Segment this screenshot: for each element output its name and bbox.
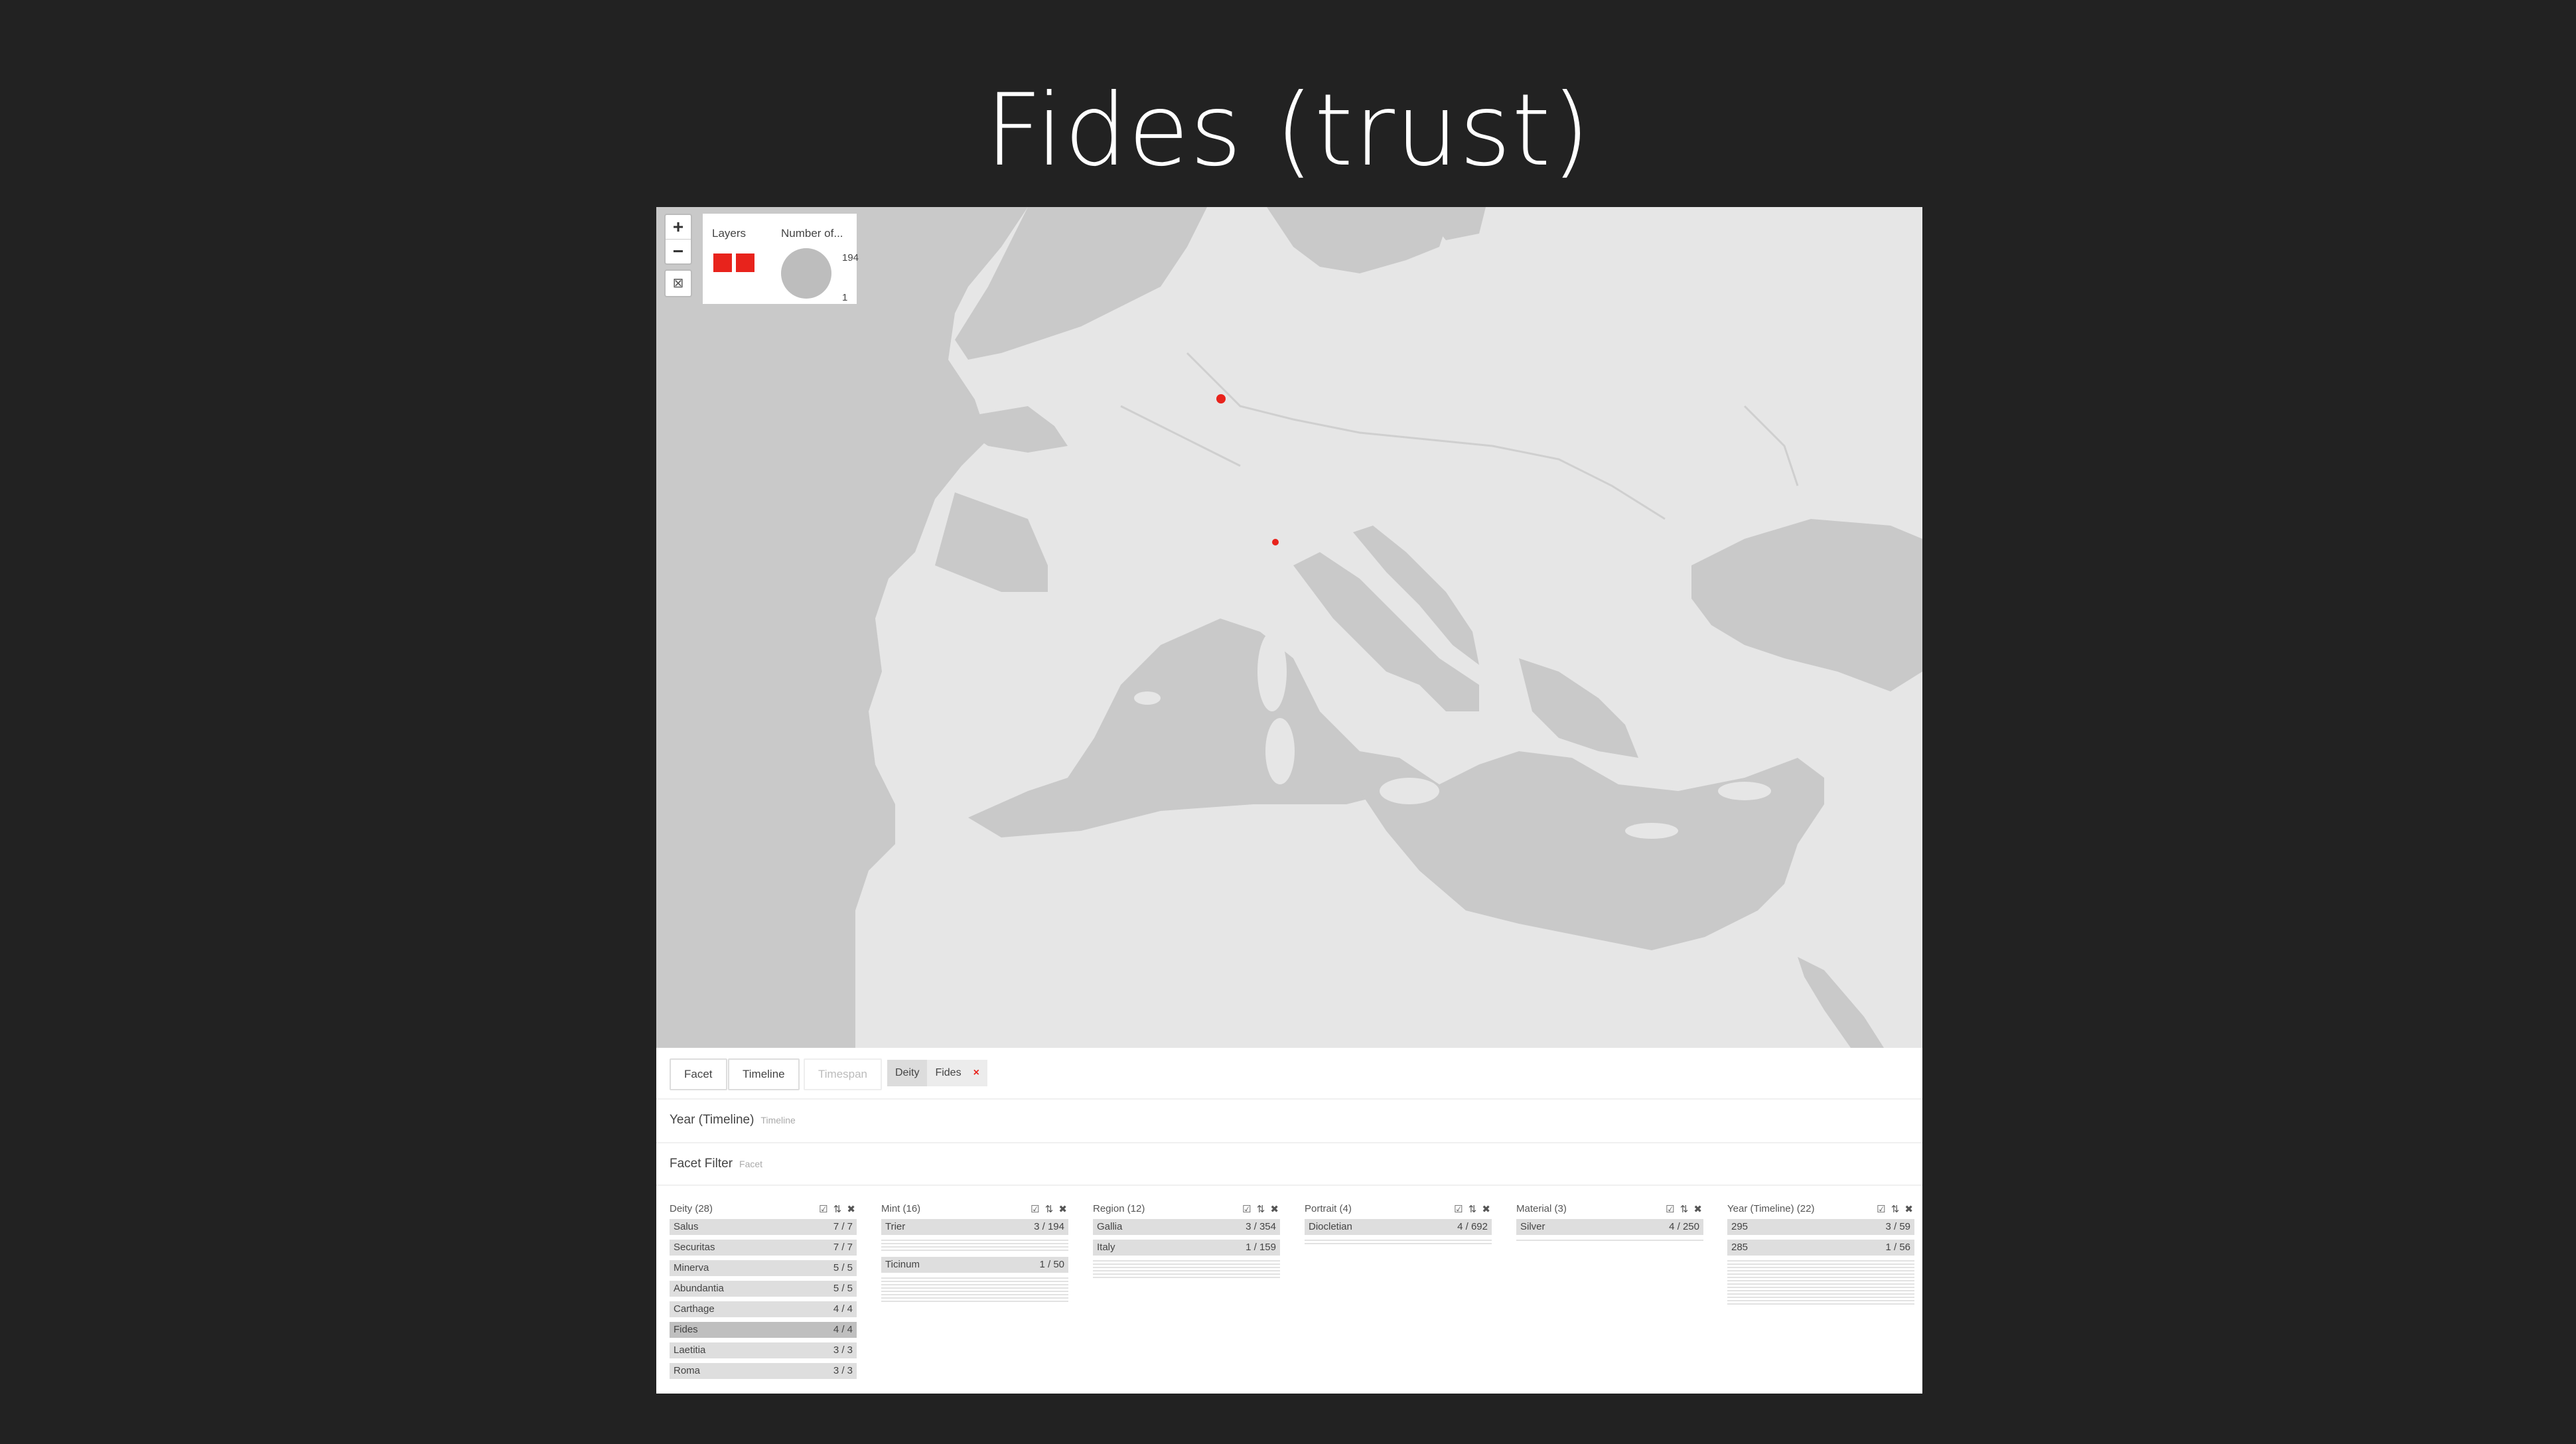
remove-filter-icon[interactable]: × <box>973 1067 979 1078</box>
facet-material: Material (3) ☑ ⇅ ✖ Silver 4 / 250 <box>1516 1203 1703 1241</box>
filter-key: Deity <box>887 1060 928 1086</box>
facet-filter-title: Facet Filter <box>670 1157 733 1171</box>
facet-row[interactable]: Minerva 5 / 5 <box>670 1260 857 1276</box>
map-view[interactable]: + − ⊠ Layers Number of... 194 1 <box>656 207 1922 1048</box>
facet-tools-icon[interactable]: ☑ ⇅ ✖ <box>1877 1203 1914 1215</box>
zoom-control: + − <box>664 214 692 265</box>
year-timeline-title: Year (Timeline) <box>670 1113 754 1127</box>
facet-filter-section[interactable]: Facet Filter Facet <box>670 1157 762 1171</box>
facet-portrait: Portrait (4) ☑ ⇅ ✖ Diocletian 4 / 692 <box>1305 1203 1492 1244</box>
facet-button[interactable]: Facet <box>670 1058 727 1090</box>
app-window: + − ⊠ Layers Number of... 194 1 Facet Ti… <box>656 207 1922 1394</box>
facet-row[interactable]: Diocletian 4 / 692 <box>1305 1219 1492 1235</box>
legend-size-circle <box>781 248 831 299</box>
facet-row[interactable]: Italy 1 / 159 <box>1093 1240 1280 1256</box>
legend-min-value: 1 <box>842 292 848 303</box>
zoom-out-button[interactable]: − <box>666 239 691 263</box>
facet-mint: Mint (16) ☑ ⇅ ✖ Trier 3 / 194 Ticinum 1 / 5… <box>881 1203 1068 1302</box>
map-point-ticinum[interactable] <box>1272 539 1279 545</box>
map-point-trier[interactable] <box>1216 394 1226 403</box>
facet-title: Mint (16) <box>881 1203 921 1214</box>
fit-bounds-icon[interactable]: ⊠ <box>664 269 692 297</box>
facet-row[interactable]: 285 1 / 56 <box>1727 1240 1914 1256</box>
facet-title: Region (12) <box>1093 1203 1145 1214</box>
facet-row[interactable]: Gallia 3 / 354 <box>1093 1219 1280 1235</box>
facet-row[interactable]: Roma 3 / 3 <box>670 1363 857 1379</box>
facet-title: Material (3) <box>1516 1203 1567 1214</box>
facet-row[interactable]: Silver 4 / 250 <box>1516 1219 1703 1235</box>
year-timeline-section[interactable]: Year (Timeline) Timeline <box>670 1113 796 1127</box>
facet-deity: Deity (28) ☑ ⇅ ✖ Salus 7 / 7 Securitas 7 / … <box>670 1203 857 1384</box>
legend-number-label: Number of... <box>781 227 843 240</box>
facet-row[interactable]: 295 3 / 59 <box>1727 1219 1914 1235</box>
active-filter-chip: Deity Fides × <box>887 1060 987 1086</box>
facet-filter-sub: Facet <box>739 1159 763 1169</box>
facet-row[interactable]: Laetitia 3 / 3 <box>670 1342 857 1358</box>
facet-tools-icon[interactable]: ☑ ⇅ ✖ <box>1666 1203 1703 1215</box>
timespan-button[interactable]: Timespan <box>804 1058 883 1090</box>
facet-row-selected[interactable]: Fides 4 / 4 <box>670 1322 857 1338</box>
facet-tools-icon[interactable]: ☑ ⇅ ✖ <box>1242 1203 1280 1215</box>
facet-title: Year (Timeline) (22) <box>1727 1203 1815 1214</box>
facet-title: Deity (28) <box>670 1203 713 1214</box>
facet-row[interactable]: Ticinum 1 / 50 <box>881 1257 1068 1273</box>
layer-swatch-1[interactable] <box>713 253 732 272</box>
facet-row[interactable]: Abundantia 5 / 5 <box>670 1281 857 1297</box>
facet-row[interactable]: Trier 3 / 194 <box>881 1219 1068 1235</box>
slide-title: Fides (trust) <box>985 73 1591 188</box>
facet-row[interactable]: Salus 7 / 7 <box>670 1219 857 1235</box>
facet-title: Portrait (4) <box>1305 1203 1352 1214</box>
facet-year: Year (Timeline) (22) ☑ ⇅ ✖ 295 3 / 59 285 1… <box>1727 1203 1914 1305</box>
year-timeline-sub: Timeline <box>760 1115 796 1125</box>
facet-tools-icon[interactable]: ☑ ⇅ ✖ <box>1454 1203 1492 1215</box>
filter-value: Fides <box>935 1067 962 1078</box>
zoom-in-button[interactable]: + <box>666 215 691 239</box>
facet-tools-icon[interactable]: ☑ ⇅ ✖ <box>1031 1203 1068 1215</box>
map-legend: Layers Number of... 194 1 <box>703 214 859 304</box>
legend-layers-label: Layers <box>712 227 747 240</box>
layer-swatch-2[interactable] <box>736 253 754 272</box>
timeline-button[interactable]: Timeline <box>728 1058 800 1090</box>
facet-tools-icon[interactable]: ☑ ⇅ ✖ <box>819 1203 857 1215</box>
control-panel: Facet Timeline Timespan Deity Fides × Year… <box>656 1048 1922 1394</box>
facet-row[interactable]: Carthage 4 / 4 <box>670 1301 857 1317</box>
legend-max-value: 194 <box>842 252 859 263</box>
facet-region: Region (12) ☑ ⇅ ✖ Gallia 3 / 354 Italy 1 / … <box>1093 1203 1280 1278</box>
basemap <box>656 207 1922 1048</box>
facet-row[interactable]: Securitas 7 / 7 <box>670 1240 857 1256</box>
